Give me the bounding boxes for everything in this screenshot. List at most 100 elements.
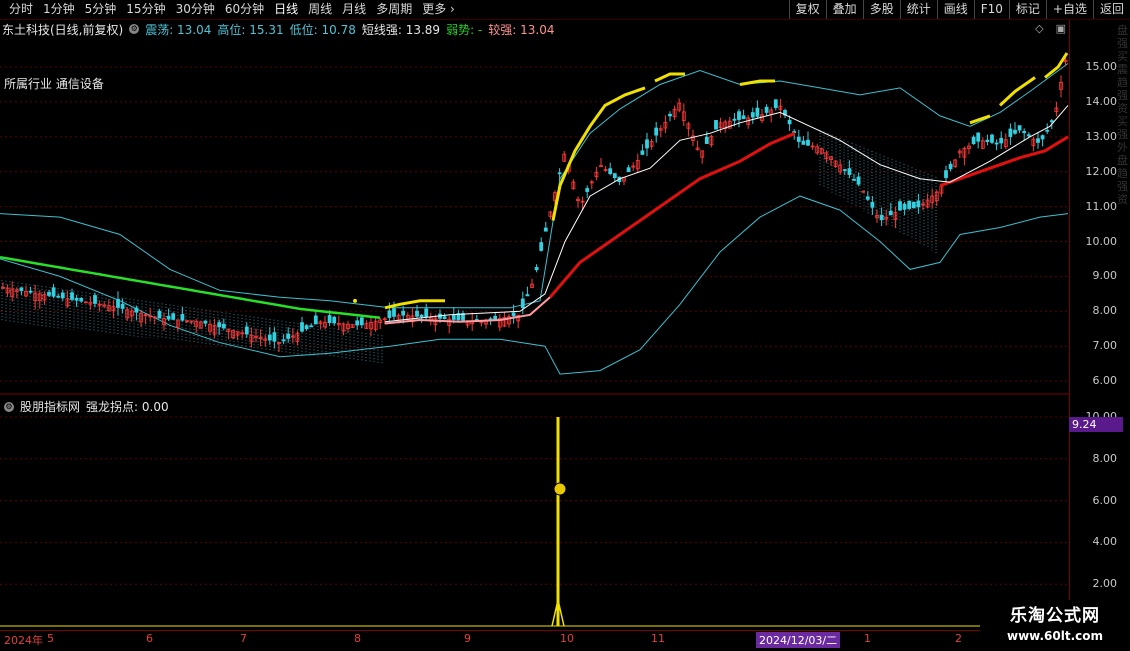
candle-body — [994, 142, 999, 145]
candle-body — [654, 127, 659, 136]
candle-body — [916, 200, 921, 208]
red-ma-line — [548, 131, 796, 299]
candle-body — [166, 315, 171, 320]
indicator-settings-icon[interactable]: ⚙ — [129, 24, 140, 34]
sub-tick-2: 6.00 — [1092, 493, 1118, 507]
candle-body — [493, 315, 498, 320]
candle-body — [976, 132, 981, 142]
date-label-9: 1 — [864, 632, 871, 645]
candle-body — [902, 203, 907, 210]
candle-body — [217, 322, 222, 328]
function-button-8[interactable]: 返回 — [1092, 0, 1130, 19]
candle-body — [852, 178, 856, 181]
jiaoqiang-value: 较强: 13.04 — [488, 22, 555, 37]
yellow-signal-2 — [739, 79, 775, 86]
date-label-10: 2 — [955, 632, 962, 645]
candle-body — [415, 310, 419, 317]
candle-body — [865, 196, 870, 200]
candle-body — [1049, 120, 1054, 123]
price-tick-5: 10.00 — [1085, 234, 1118, 248]
candle-body — [741, 115, 746, 120]
candle-body — [714, 120, 718, 130]
signal-marker-icon — [553, 482, 567, 496]
window-icon[interactable]: ▣ — [1056, 22, 1066, 35]
price-tick-2: 13.00 — [1085, 129, 1118, 143]
chart-corner-icons: ◇ ▣ — [1035, 22, 1066, 35]
candle-body — [539, 242, 544, 251]
date-label-7: 11 — [651, 632, 665, 645]
duanxian-value: 短线强: 13.89 — [361, 22, 441, 37]
sub-settings-icon[interactable]: ⚙ — [4, 401, 14, 412]
candle-body — [842, 169, 847, 171]
candle-body — [764, 106, 769, 113]
candle-body — [60, 292, 65, 299]
date-label-4: 8 — [354, 632, 361, 645]
current-value-box: 9.24 — [1069, 417, 1123, 432]
side-text-strip: 盘强买震趋强资买强外盘趋强资 — [1117, 24, 1128, 206]
candle-body — [1022, 130, 1027, 134]
yellow-signal-0 — [551, 86, 646, 221]
candle-body — [755, 107, 760, 117]
candle-body — [773, 99, 778, 108]
candle-body — [911, 202, 916, 209]
price-tick-9: 6.00 — [1092, 374, 1118, 388]
candle-body — [511, 312, 516, 317]
candle-body — [948, 163, 953, 170]
candle-body — [313, 315, 318, 325]
kline-chart[interactable] — [0, 0, 1069, 630]
candle-body — [907, 200, 912, 209]
candle-body — [985, 139, 990, 142]
candle-body — [1017, 125, 1022, 131]
candle-body — [879, 214, 884, 221]
candle-body — [70, 292, 74, 300]
candle-body — [750, 112, 755, 118]
candle-body — [1045, 129, 1050, 132]
date-label-6: 10 — [560, 632, 574, 645]
candle-body — [221, 323, 226, 329]
candle-body — [787, 119, 792, 125]
upper-band — [0, 63, 1069, 309]
zhendang-value: 震荡: 13.04 — [145, 22, 212, 37]
candle-body — [612, 173, 617, 179]
green-trend-line — [0, 255, 381, 319]
candle-body — [806, 139, 810, 146]
price-tick-7: 8.00 — [1092, 304, 1118, 318]
price-tick-3: 12.00 — [1085, 164, 1118, 178]
candle-body — [543, 227, 548, 232]
candle-body — [327, 315, 332, 324]
candle-body — [1026, 134, 1031, 137]
date-label-5: 9 — [464, 632, 471, 645]
diamond-icon[interactable]: ◇ — [1035, 22, 1043, 35]
candle-body — [796, 136, 801, 142]
candle-body — [116, 298, 120, 308]
candle-body — [557, 172, 562, 175]
candle-body — [442, 316, 447, 320]
date-label-2: 6 — [146, 632, 153, 645]
candle-body — [1036, 138, 1040, 143]
candle-body — [451, 314, 456, 320]
candle-body — [281, 339, 286, 342]
candle-body — [157, 310, 162, 319]
candle-body — [309, 325, 314, 328]
date-cursor-label: 2024/12/03/二 — [756, 632, 841, 648]
candle-body — [332, 316, 337, 324]
sub-tick-4: 2.00 — [1092, 577, 1118, 591]
price-tick-6: 9.00 — [1092, 269, 1118, 283]
candle-body — [608, 168, 613, 175]
candle-body — [47, 292, 51, 296]
candle-body — [419, 314, 424, 318]
candle-body — [300, 322, 304, 332]
candle-body — [267, 334, 272, 341]
watermark: 乐淘公式网 www.60lt.com — [980, 600, 1130, 650]
candle-body — [19, 287, 24, 292]
candle-body — [1040, 135, 1045, 140]
date-label-1: 5 — [47, 632, 54, 645]
sub-tick-3: 4.00 — [1092, 535, 1118, 549]
candle-body — [971, 136, 976, 145]
candle-body — [134, 307, 139, 313]
candle-body — [28, 290, 33, 293]
candle-body — [387, 310, 392, 318]
date-axis: 2024年 5 6 7 8 9 10 11 1 2 2024/12/03/二 — [0, 630, 1130, 651]
candle-body — [898, 201, 902, 211]
sub-indicator-name: 股朋指标网 — [20, 400, 81, 414]
